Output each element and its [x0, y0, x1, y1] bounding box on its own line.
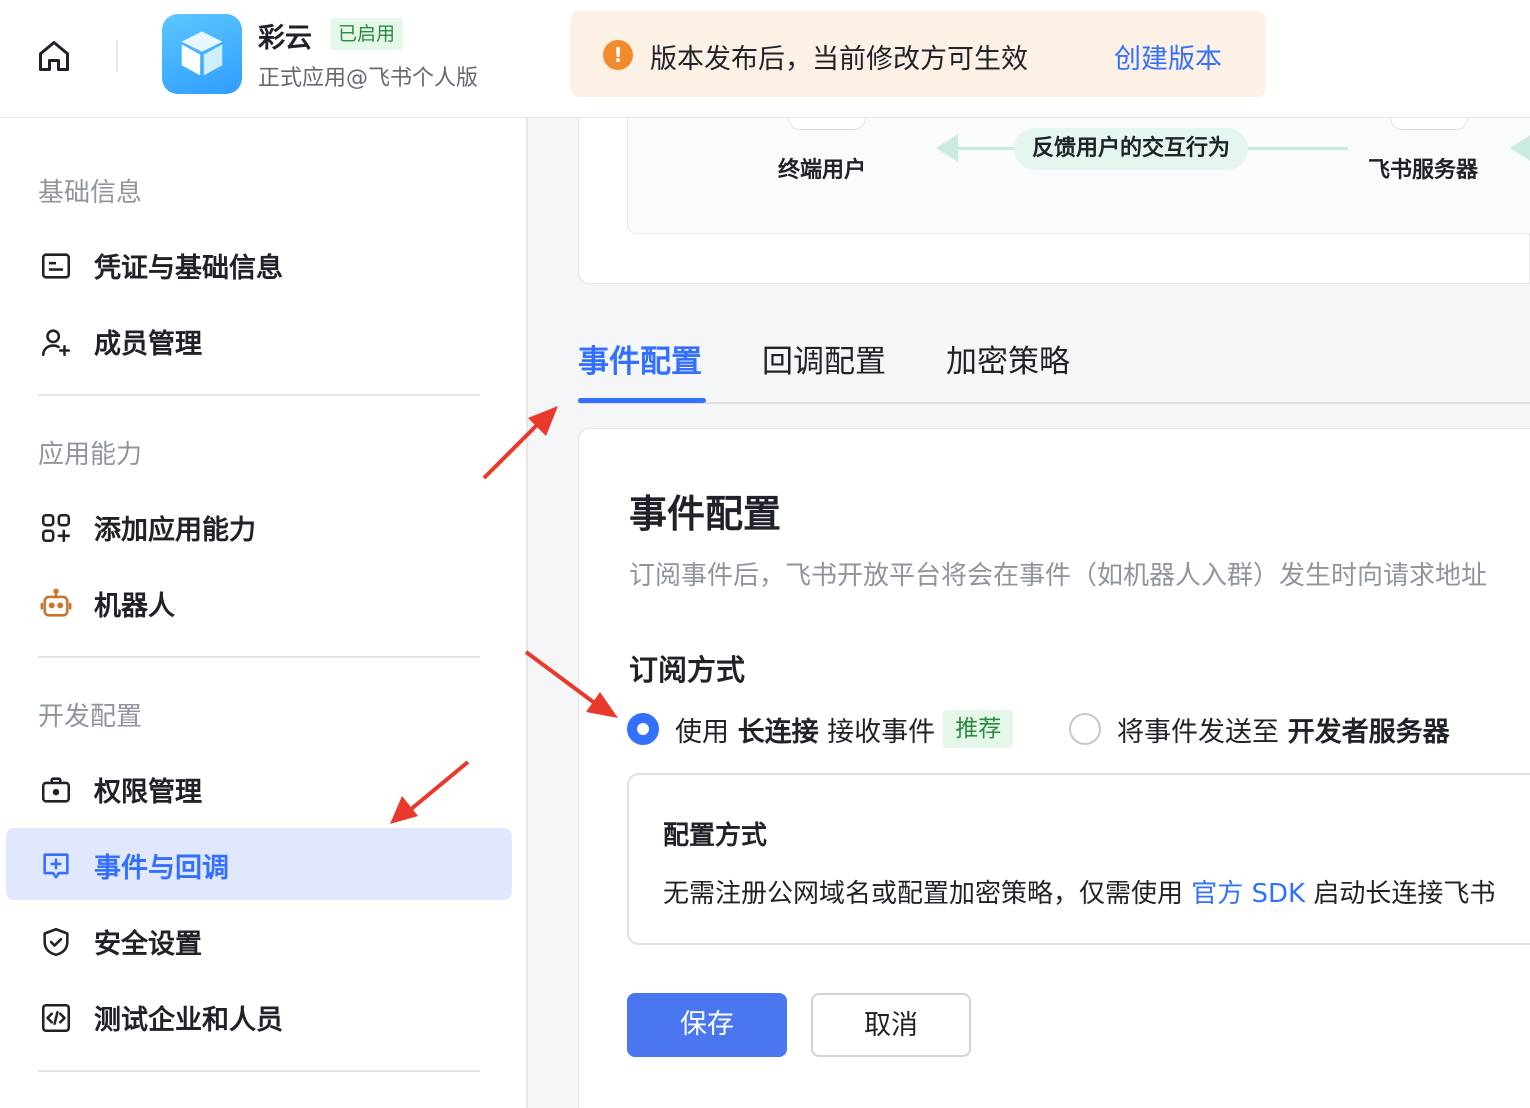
sidebar-divider	[38, 1070, 480, 1072]
sidebar-item-label: 添加应用能力	[94, 515, 256, 546]
sidebar-item-events-callbacks[interactable]: 事件与回调	[6, 828, 512, 900]
code-icon	[38, 1000, 74, 1036]
cancel-button[interactable]: 取消	[811, 993, 971, 1057]
app-subtitle: 正式应用@飞书个人版	[258, 66, 479, 91]
home-button[interactable]	[32, 34, 76, 78]
sidebar-item-label: 权限管理	[94, 777, 202, 808]
header-divider	[116, 40, 118, 72]
warning-icon: !	[603, 40, 633, 70]
radio-developer-server[interactable]: 将事件发送至 开发者服务器	[1069, 707, 1450, 751]
flow-edge-label: 反馈用户的交互行为	[1014, 128, 1249, 170]
sidebar-item-add-capability[interactable]: 添加应用能力	[6, 490, 512, 562]
event-config-card: 事件配置 订阅事件后，飞书开放平台将会在事件（如机器人入群）发生时向请求地址 订…	[578, 428, 1530, 1108]
subscription-method-heading: 订阅方式	[629, 653, 746, 687]
sidebar-item-label: 测试企业和人员	[94, 1005, 283, 1036]
section-title-app-capabilities: 应用能力	[38, 440, 143, 470]
tab-callback-config[interactable]: 回调配置	[762, 336, 886, 381]
radio-unchecked-icon[interactable]	[1069, 713, 1101, 745]
sidebar-item-test-tenants[interactable]: 测试企业和人员	[6, 980, 512, 1052]
app-logo	[162, 14, 242, 94]
sidebar-divider	[38, 394, 480, 396]
status-badge: 已启用	[330, 18, 404, 50]
apps-add-icon	[38, 510, 74, 546]
active-tab-indicator	[578, 398, 706, 403]
sidebar-item-security[interactable]: 安全设置	[6, 904, 512, 976]
home-icon	[39, 41, 69, 71]
radio-long-connection[interactable]: 使用 长连接 接收事件 推荐	[627, 707, 1014, 751]
section-heading: 事件配置	[629, 492, 782, 536]
sidebar-item-label: 凭证与基础信息	[94, 253, 283, 284]
radio-label: 将事件发送至 开发者服务器	[1117, 716, 1450, 748]
section-description: 订阅事件后，飞书开放平台将会在事件（如机器人入群）发生时向请求地址	[629, 561, 1488, 591]
event-flow-card: 终端用户 反馈用户的交互行为 飞书服务器	[578, 118, 1530, 284]
sidebar-item-permissions[interactable]: 权限管理	[6, 752, 512, 824]
briefcase-lock-icon	[38, 772, 74, 808]
sidebar-item-label: 事件与回调	[94, 853, 229, 884]
shield-check-icon	[38, 924, 74, 960]
radio-checked-icon[interactable]	[627, 713, 659, 745]
tab-event-config[interactable]: 事件配置	[578, 336, 702, 381]
create-version-link[interactable]: 创建版本	[1114, 37, 1222, 76]
sidebar-item-members[interactable]: 成员管理	[6, 304, 512, 376]
sidebar-item-label: 机器人	[94, 591, 175, 622]
config-tabs: 事件配置 回调配置 加密策略	[530, 318, 1530, 404]
flow-label-end-user: 终端用户	[778, 158, 867, 183]
flow-node-server	[1390, 118, 1468, 130]
radio-label: 使用 长连接 接收事件	[675, 716, 936, 748]
sidebar-item-label: 安全设置	[94, 929, 202, 960]
sidebar-item-credentials[interactable]: 凭证与基础信息	[6, 228, 512, 300]
tabs-baseline	[578, 402, 1530, 404]
tab-encryption-policy[interactable]: 加密策略	[946, 336, 1070, 381]
cube-icon	[181, 31, 223, 76]
notice-text: 版本发布后，当前修改方可生效	[650, 44, 1028, 75]
robot-icon	[38, 586, 74, 622]
section-title-basic-info: 基础信息	[38, 178, 143, 208]
config-method-title: 配置方式	[663, 821, 768, 851]
save-button[interactable]: 保存	[627, 993, 787, 1057]
config-method-text: 无需注册公网域名或配置加密策略，仅需使用 官方 SDK 启动长连接飞书	[663, 879, 1496, 909]
flow-node-user	[788, 118, 866, 130]
recommended-badge: 推荐	[943, 710, 1014, 748]
version-notice-banner: ! 版本发布后，当前修改方可生效 创建版本	[570, 11, 1266, 97]
event-add-icon	[38, 848, 74, 884]
flow-label-feishu-server: 飞书服务器	[1368, 158, 1479, 183]
section-title-dev-config: 开发配置	[38, 702, 143, 732]
sidebar-item-robot[interactable]: 机器人	[6, 566, 512, 638]
sidebar-item-label: 成员管理	[94, 329, 202, 360]
app-name: 彩云	[258, 23, 312, 54]
event-flow-diagram: 终端用户 反馈用户的交互行为 飞书服务器	[627, 118, 1530, 234]
sidebar-divider	[38, 656, 480, 658]
config-method-box: 配置方式 无需注册公网域名或配置加密策略，仅需使用 官方 SDK 启动长连接飞书	[627, 773, 1530, 945]
id-card-icon	[38, 248, 74, 284]
top-bar: 彩云 已启用 正式应用@飞书个人版 ! 版本发布后，当前修改方可生效 创建版本	[0, 0, 1530, 118]
official-sdk-link[interactable]: 官方 SDK	[1191, 879, 1305, 909]
sidebar: 基础信息 凭证与基础信息 成员管理 应用能力 添加应用能力 机器人 开发配置 权…	[0, 118, 528, 1108]
user-add-icon	[38, 324, 74, 360]
flow-arrow-left-icon	[1510, 134, 1530, 162]
